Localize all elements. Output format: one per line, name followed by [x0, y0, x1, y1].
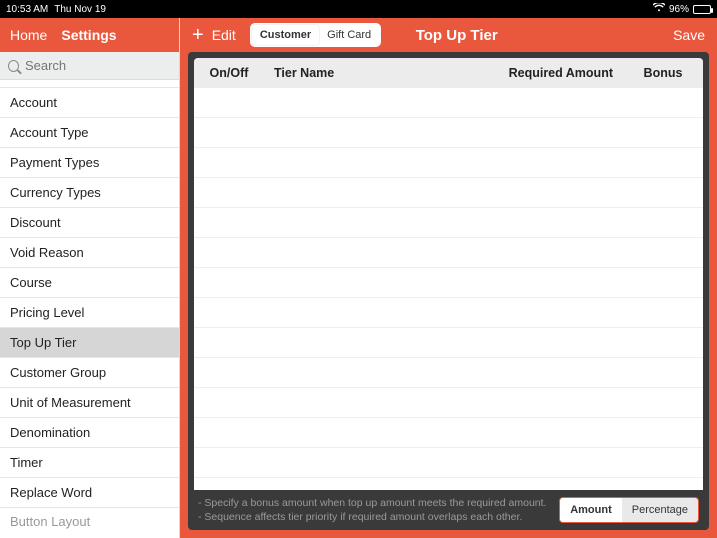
sidebar-item-label: Account Type	[10, 125, 89, 140]
table-body	[194, 88, 703, 490]
table-row[interactable]	[194, 178, 703, 208]
table-row[interactable]	[194, 148, 703, 178]
wifi-icon	[653, 3, 665, 15]
sidebar-item-label: Button Layout	[10, 514, 90, 529]
sidebar-item-account-type[interactable]: Account Type	[0, 118, 179, 148]
save-button[interactable]: Save	[673, 27, 705, 43]
footer-note-1: - Specify a bonus amount when top up amo…	[198, 496, 551, 510]
table-header: On/Off Tier Name Required Amount Bonus	[194, 58, 703, 88]
status-bar: 10:53 AM Thu Nov 19 96%	[0, 0, 717, 18]
search-input[interactable]	[25, 58, 171, 73]
segment-amount[interactable]: Amount	[560, 498, 622, 522]
sidebar-item-currency-types[interactable]: Currency Types	[0, 178, 179, 208]
sidebar-item-label: Course	[10, 275, 52, 290]
home-link[interactable]: Home	[10, 27, 47, 43]
table-row[interactable]	[194, 88, 703, 118]
sidebar: Home Settings Account Account Type Payme…	[0, 18, 180, 538]
sidebar-item-label: Denomination	[10, 425, 90, 440]
sidebar-item-denomination[interactable]: Denomination	[0, 418, 179, 448]
segment-giftcard[interactable]: Gift Card	[319, 25, 379, 45]
status-time: 10:53 AM	[6, 4, 48, 15]
table-row[interactable]	[194, 268, 703, 298]
col-onoff: On/Off	[194, 66, 264, 80]
sidebar-item-label: Pricing Level	[10, 305, 84, 320]
col-bonus: Bonus	[623, 66, 703, 80]
sidebar-item-void-reason[interactable]: Void Reason	[0, 238, 179, 268]
battery-icon	[693, 5, 711, 14]
sidebar-item-pricing-level[interactable]: Pricing Level	[0, 298, 179, 328]
search-box[interactable]	[0, 52, 179, 80]
col-required-amount: Required Amount	[473, 66, 623, 80]
content-header: + Edit Customer Gift Card Top Up Tier Sa…	[180, 18, 717, 52]
sidebar-item-customer-group[interactable]: Customer Group	[0, 358, 179, 388]
table-row[interactable]	[194, 388, 703, 418]
sidebar-item-partial[interactable]	[0, 80, 179, 88]
sidebar-item-unit-of-measurement[interactable]: Unit of Measurement	[0, 388, 179, 418]
table-row[interactable]	[194, 298, 703, 328]
sidebar-item-replace-word[interactable]: Replace Word	[0, 478, 179, 508]
table-row[interactable]	[194, 208, 703, 238]
table-row[interactable]	[194, 448, 703, 478]
sidebar-item-label: Replace Word	[10, 485, 92, 500]
sidebar-item-discount[interactable]: Discount	[0, 208, 179, 238]
sidebar-item-top-up-tier[interactable]: Top Up Tier	[0, 328, 179, 358]
sidebar-item-label: Customer Group	[10, 365, 106, 380]
sidebar-item-label: Payment Types	[10, 155, 99, 170]
sidebar-item-button-layout[interactable]: Button Layout	[0, 508, 179, 530]
mode-segment: Customer Gift Card	[250, 23, 381, 47]
sidebar-item-timer[interactable]: Timer	[0, 448, 179, 478]
content-area: + Edit Customer Gift Card Top Up Tier Sa…	[180, 18, 717, 538]
col-tier-name: Tier Name	[264, 66, 473, 80]
footer-note-2: - Sequence affects tier priority if requ…	[198, 510, 551, 524]
add-icon[interactable]: +	[192, 25, 204, 45]
content-title: Top Up Tier	[416, 27, 498, 44]
sidebar-item-label: Account	[10, 95, 57, 110]
edit-button[interactable]: Edit	[212, 27, 236, 43]
sidebar-item-label: Unit of Measurement	[10, 395, 131, 410]
table-row[interactable]	[194, 328, 703, 358]
table-row[interactable]	[194, 358, 703, 388]
sidebar-header: Home Settings	[0, 18, 179, 52]
page-title: Settings	[61, 27, 116, 43]
sidebar-item-label: Currency Types	[10, 185, 101, 200]
status-date: Thu Nov 19	[54, 4, 106, 15]
sidebar-item-payment-types[interactable]: Payment Types	[0, 148, 179, 178]
table-row[interactable]	[194, 418, 703, 448]
footer-notes: - Specify a bonus amount when top up amo…	[198, 496, 551, 524]
tier-table: On/Off Tier Name Required Amount Bonus	[194, 58, 703, 88]
segment-customer[interactable]: Customer	[252, 25, 319, 45]
table-row[interactable]	[194, 118, 703, 148]
sidebar-item-course[interactable]: Course	[0, 268, 179, 298]
content-footer: - Specify a bonus amount when top up amo…	[194, 490, 703, 524]
search-icon	[8, 60, 19, 72]
sidebar-item-label: Discount	[10, 215, 61, 230]
segment-percentage[interactable]: Percentage	[622, 498, 698, 522]
bonus-type-segment: Amount Percentage	[559, 497, 699, 523]
content-body: On/Off Tier Name Required Amount Bonus	[188, 52, 709, 530]
sidebar-item-label: Top Up Tier	[10, 335, 76, 350]
sidebar-item-label: Void Reason	[10, 245, 84, 260]
sidebar-item-account[interactable]: Account	[0, 88, 179, 118]
table-row[interactable]	[194, 238, 703, 268]
sidebar-list: Account Account Type Payment Types Curre…	[0, 80, 179, 538]
battery-percent: 96%	[669, 4, 689, 15]
sidebar-item-label: Timer	[10, 455, 43, 470]
